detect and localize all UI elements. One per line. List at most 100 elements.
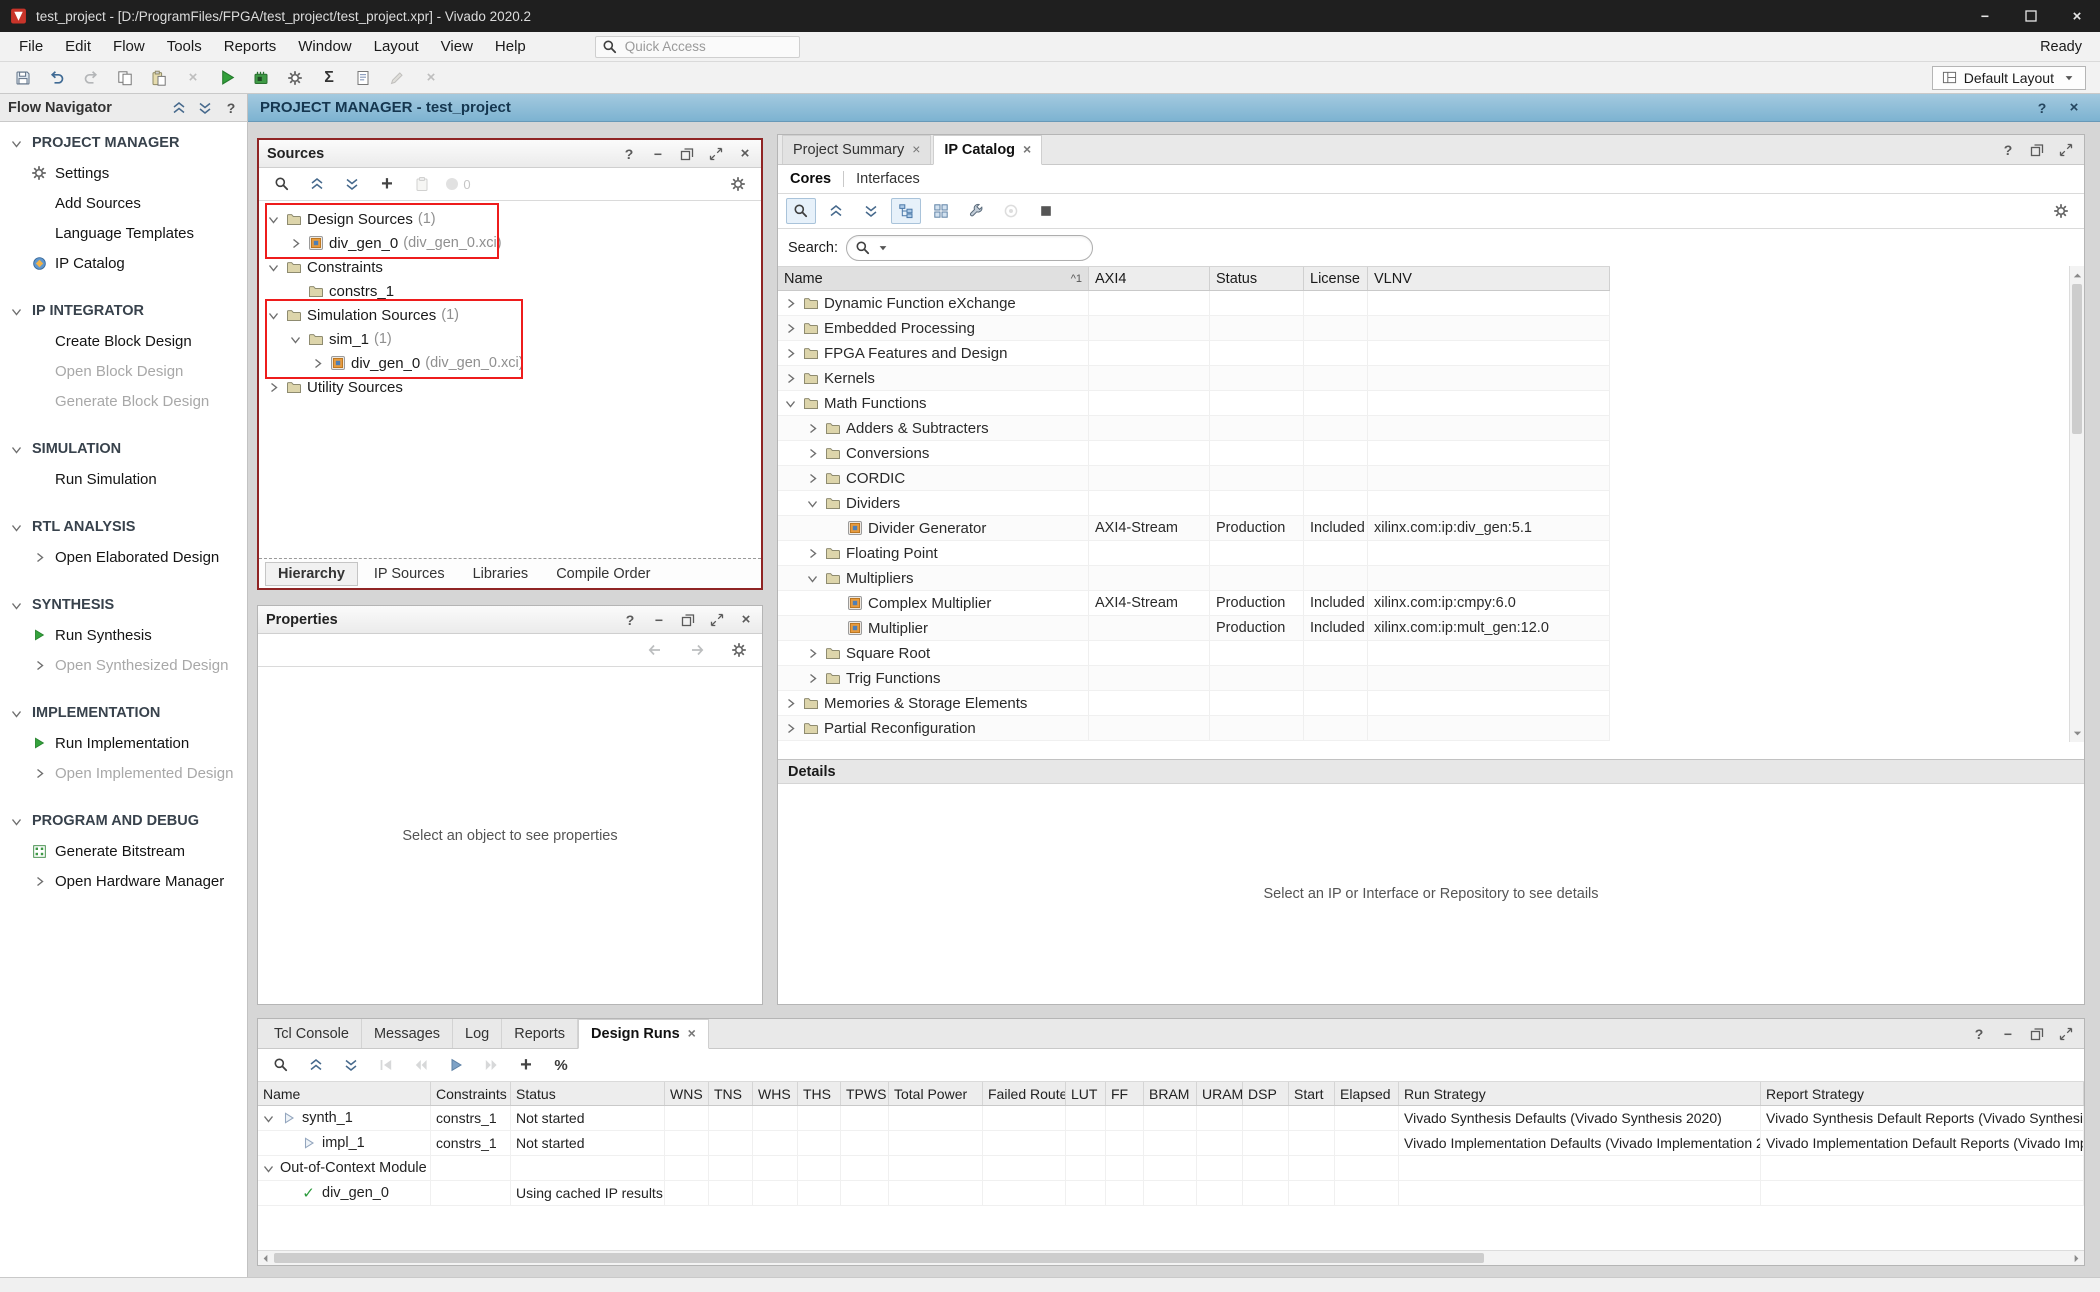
hierarchy-button[interactable] xyxy=(891,198,921,224)
scrollbar-thumb[interactable] xyxy=(274,1253,1484,1263)
flow-section-header-simulation[interactable]: SIMULATION xyxy=(0,434,247,464)
ip-row-math-functions[interactable]: Math Functions xyxy=(778,391,1610,416)
column-header-failed-routes[interactable]: Failed Routes xyxy=(983,1082,1066,1105)
float-button[interactable] xyxy=(2029,142,2045,158)
flow-section-header-project-manager[interactable]: PROJECT MANAGER xyxy=(0,128,247,158)
run-row-impl-1[interactable]: impl_1constrs_1Not startedVivado Impleme… xyxy=(258,1131,2084,1156)
layout-selector[interactable]: Default Layout xyxy=(1932,66,2086,90)
plus-button[interactable]: + xyxy=(511,1052,541,1078)
tree-expander-icon[interactable] xyxy=(806,497,819,510)
question-button[interactable]: ? xyxy=(622,612,638,628)
menu-layout[interactable]: Layout xyxy=(363,38,430,55)
column-header-tns[interactable]: TNS xyxy=(709,1082,753,1105)
group-button[interactable] xyxy=(926,198,956,224)
ip-row-multipliers[interactable]: Multipliers xyxy=(778,566,1610,591)
tree-expander-icon[interactable] xyxy=(806,572,819,585)
tree-expander-icon[interactable] xyxy=(806,672,819,685)
column-header-name[interactable]: Name xyxy=(258,1082,431,1105)
sources-tab-libraries[interactable]: Libraries xyxy=(461,563,541,585)
column-header-vlnv[interactable]: VLNV xyxy=(1368,267,1610,290)
column-header-total-power[interactable]: Total Power xyxy=(889,1082,983,1105)
menu-view[interactable]: View xyxy=(430,38,484,55)
expand-button[interactable] xyxy=(336,1052,366,1078)
column-header-uram[interactable]: URAM xyxy=(1197,1082,1243,1105)
flow-section-header-implementation[interactable]: IMPLEMENTATION xyxy=(0,698,247,728)
question-button[interactable]: ? xyxy=(2000,142,2016,158)
column-header-axi4[interactable]: AXI4 xyxy=(1089,267,1210,290)
float-button[interactable] xyxy=(680,612,696,628)
quick-access-search[interactable]: Quick Access xyxy=(595,36,800,58)
subtab-interfaces[interactable]: Interfaces xyxy=(843,171,920,187)
column-header-wns[interactable]: WNS xyxy=(665,1082,709,1105)
gear-button[interactable] xyxy=(723,171,753,197)
menu-window[interactable]: Window xyxy=(287,38,362,55)
maximize-button[interactable] xyxy=(2058,142,2074,158)
maximize-button[interactable] xyxy=(709,612,725,628)
column-header-tpws[interactable]: TPWS xyxy=(841,1082,889,1105)
column-header-constraints[interactable]: Constraints xyxy=(431,1082,511,1105)
tab-design-runs[interactable]: Design Runs× xyxy=(578,1019,709,1049)
ip-catalog-vertical-scrollbar[interactable] xyxy=(2069,266,2084,742)
tree-expander-icon[interactable] xyxy=(267,261,280,274)
tab-project-summary[interactable]: Project Summary× xyxy=(782,135,931,164)
flow-item-open-elaborated-design[interactable]: Open Elaborated Design xyxy=(0,542,247,572)
minimize-button[interactable]: − xyxy=(1962,0,2008,32)
flow-item-language-templates[interactable]: Language Templates xyxy=(0,218,247,248)
tree-expander-icon[interactable] xyxy=(311,357,324,370)
source-item-div-gen-0[interactable]: div_gen_0(div_gen_0.xci) xyxy=(259,351,761,375)
collapse-button[interactable] xyxy=(302,171,332,197)
tree-expander-icon[interactable] xyxy=(806,647,819,660)
flow-section-header-program-and-debug[interactable]: PROGRAM AND DEBUG xyxy=(0,806,247,836)
tree-expander-icon[interactable] xyxy=(289,237,302,250)
menu-flow[interactable]: Flow xyxy=(102,38,156,55)
sources-tab-ip-sources[interactable]: IP Sources xyxy=(362,563,457,585)
tree-expander-icon[interactable] xyxy=(784,397,797,410)
column-header-elapsed[interactable]: Elapsed xyxy=(1335,1082,1399,1105)
tab-messages[interactable]: Messages xyxy=(362,1019,453,1048)
column-header-run-strategy[interactable]: Run Strategy xyxy=(1399,1082,1761,1105)
gear-button[interactable] xyxy=(2046,198,2076,224)
scrollbar-thumb[interactable] xyxy=(2072,284,2082,434)
subtab-cores[interactable]: Cores xyxy=(790,171,831,187)
tree-expander-icon[interactable] xyxy=(806,447,819,460)
tab-tcl-console[interactable]: Tcl Console xyxy=(262,1019,362,1048)
sources-tab-compile-order[interactable]: Compile Order xyxy=(544,563,662,585)
search-button[interactable] xyxy=(266,1052,296,1078)
flow-item-run-simulation[interactable]: Run Simulation xyxy=(0,464,247,494)
tree-expander-icon[interactable] xyxy=(784,322,797,335)
question-button[interactable]: ? xyxy=(621,146,637,162)
tree-expander-icon[interactable] xyxy=(806,547,819,560)
menu-file[interactable]: File xyxy=(8,38,54,55)
maximize-button[interactable] xyxy=(2058,1026,2074,1042)
expand-button[interactable] xyxy=(197,100,213,116)
collapse-button[interactable] xyxy=(171,100,187,116)
tree-expander-icon[interactable] xyxy=(784,372,797,385)
source-item-simulation-sources[interactable]: Simulation Sources(1) xyxy=(259,303,761,327)
tab-close-icon[interactable]: × xyxy=(912,142,920,158)
minimize-button[interactable]: − xyxy=(2000,1026,2016,1042)
minimize-button[interactable]: − xyxy=(650,146,666,162)
close-button[interactable]: × xyxy=(2066,100,2082,116)
ip-row-divider-generator[interactable]: Divider GeneratorAXI4-StreamProductionIn… xyxy=(778,516,1610,541)
source-item-design-sources[interactable]: Design Sources(1) xyxy=(259,207,761,231)
plus-button[interactable]: + xyxy=(372,171,402,197)
search-button[interactable] xyxy=(786,198,816,224)
column-header-license[interactable]: License xyxy=(1304,267,1368,290)
ip-row-kernels[interactable]: Kernels xyxy=(778,366,1610,391)
tree-expander-icon[interactable] xyxy=(806,472,819,485)
maximize-button[interactable] xyxy=(708,146,724,162)
copy-button[interactable] xyxy=(110,65,140,91)
flow-item-add-sources[interactable]: Add Sources xyxy=(0,188,247,218)
menu-help[interactable]: Help xyxy=(484,38,537,55)
column-header-start[interactable]: Start xyxy=(1289,1082,1335,1105)
menu-tools[interactable]: Tools xyxy=(156,38,213,55)
ip-row-trig-functions[interactable]: Trig Functions xyxy=(778,666,1610,691)
flow-item-run-implementation[interactable]: Run Implementation xyxy=(0,728,247,758)
ip-row-square-root[interactable]: Square Root xyxy=(778,641,1610,666)
tree-expander-icon[interactable] xyxy=(267,381,280,394)
flow-item-settings[interactable]: Settings xyxy=(0,158,247,188)
column-header-ff[interactable]: FF xyxy=(1106,1082,1144,1105)
tree-expander-icon[interactable] xyxy=(784,697,797,710)
expand-button[interactable] xyxy=(856,198,886,224)
float-button[interactable] xyxy=(2029,1026,2045,1042)
